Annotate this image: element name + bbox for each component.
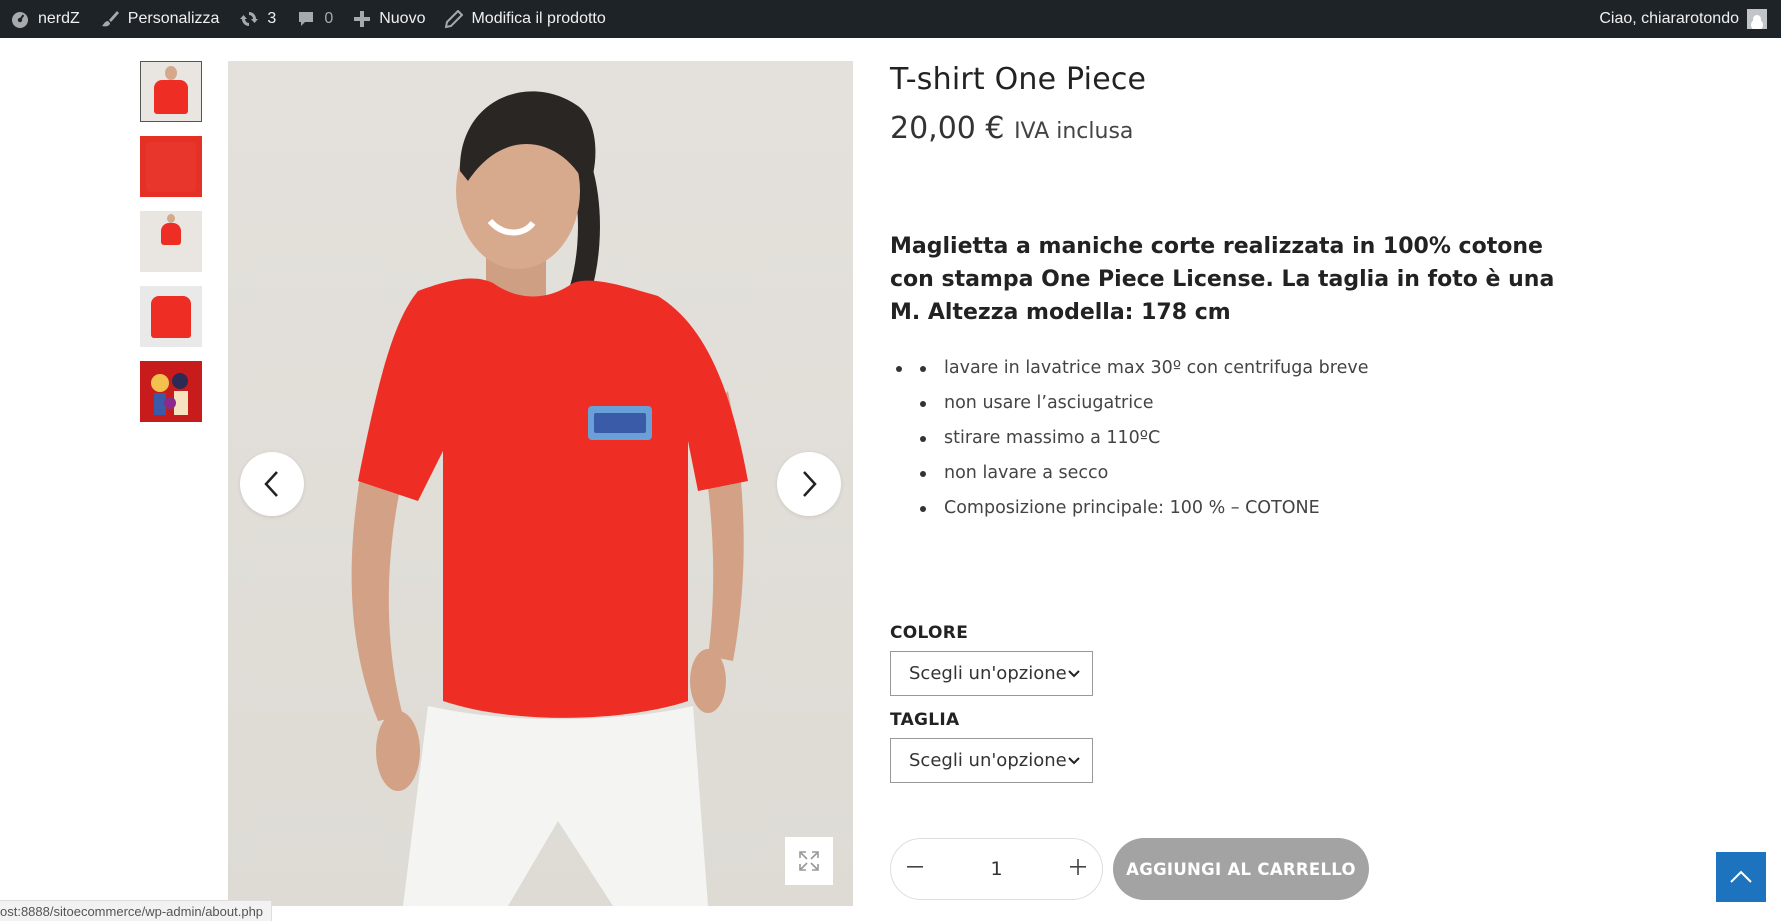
bullet-icon xyxy=(920,505,926,512)
pencil-icon xyxy=(445,10,464,28)
list-item: Composizione principale: 100 % – COTONE xyxy=(890,491,1590,526)
color-label: COLORE xyxy=(890,623,969,643)
zoom-button[interactable] xyxy=(785,837,833,885)
product-summary: T-shirt One Piece 20,00 € IVA inclusa Ma… xyxy=(890,62,1590,783)
comment-icon xyxy=(299,12,314,26)
care-text: non lavare a secco xyxy=(944,463,1109,483)
care-text: non usare l’asciugatrice xyxy=(944,393,1154,413)
bullet-icon xyxy=(920,365,926,372)
brush-icon xyxy=(101,11,119,27)
avatar xyxy=(1747,9,1767,29)
list-item: stirare massimo a 110ºC xyxy=(890,421,1590,456)
minus-icon xyxy=(907,866,923,868)
increase-quantity-button[interactable] xyxy=(1068,857,1088,881)
care-text: Composizione principale: 100 % – COTONE xyxy=(944,498,1320,518)
add-to-cart-button[interactable]: AGGIUNGI AL CARRELLO xyxy=(1113,838,1369,900)
size-label: TAGLIA xyxy=(890,710,960,730)
size-select-value: Scegli un'opzione xyxy=(909,750,1067,771)
greeting: Ciao, chiararotondo xyxy=(1599,10,1739,27)
thumbnail-artwork[interactable] xyxy=(140,361,202,422)
color-select[interactable]: Scegli un'opzione xyxy=(890,651,1093,696)
comments-link[interactable]: 0 xyxy=(286,0,343,38)
care-list: lavare in lavatrice max 30º con centrifu… xyxy=(890,351,1590,526)
color-variation: COLORE Scegli un'opzione xyxy=(890,623,1590,696)
thumb-shirt xyxy=(154,80,188,114)
plus-icon xyxy=(354,11,371,27)
thumb-shirt xyxy=(146,142,196,192)
care-text: stirare massimo a 110ºC xyxy=(944,428,1161,448)
new-label: Nuovo xyxy=(379,10,426,27)
comments-count: 0 xyxy=(324,10,334,27)
product-image[interactable] xyxy=(228,61,853,906)
bullet-icon xyxy=(920,470,926,477)
product-description: Maglietta a maniche corte realizzata in … xyxy=(890,234,1555,325)
list-item: lavare in lavatrice max 30º con centrifu… xyxy=(890,351,1590,386)
customize-link[interactable]: Personalizza xyxy=(90,0,230,38)
bullet-icon xyxy=(896,365,902,372)
thumbnail-detail[interactable] xyxy=(140,136,202,197)
tax-note: IVA inclusa xyxy=(1014,119,1134,144)
quantity-input[interactable]: 1 xyxy=(990,858,1002,880)
edit-product-label: Modifica il prodotto xyxy=(471,10,606,27)
customize-label: Personalizza xyxy=(127,10,220,27)
thumbnail-front[interactable] xyxy=(140,61,202,122)
plus-icon xyxy=(1070,859,1086,875)
thumb-model xyxy=(165,66,177,80)
browser-status-url: ost:8888/sitoecommerce/wp-admin/about.ph… xyxy=(0,900,273,921)
account-menu[interactable]: Ciao, chiararotondo xyxy=(1599,9,1781,29)
size-variation: TAGLIA Scegli un'opzione xyxy=(890,710,1590,783)
color-select-value: Scegli un'opzione xyxy=(909,663,1067,684)
site-name: nerdZ xyxy=(38,10,80,27)
chevron-down-icon xyxy=(1068,756,1080,764)
updates-count: 3 xyxy=(267,10,277,27)
site-menu[interactable]: nerdZ xyxy=(0,0,90,38)
dashboard-icon xyxy=(12,12,28,28)
updates-icon xyxy=(240,12,259,26)
updates-link[interactable]: 3 xyxy=(229,0,286,38)
thumbnail-flat-shirt[interactable] xyxy=(140,286,202,347)
thumb-shirt xyxy=(151,296,191,338)
decrease-quantity-button[interactable] xyxy=(905,857,925,881)
chevron-up-icon xyxy=(1730,870,1752,883)
admin-bar: nerdZ Personalizza 3 0 Nuovo Modifica il… xyxy=(0,0,1781,38)
next-image-button[interactable] xyxy=(777,452,841,516)
thumb-shirt xyxy=(161,223,181,245)
model-photo xyxy=(351,91,748,906)
list-item: non usare l’asciugatrice xyxy=(890,386,1590,421)
artwork-image xyxy=(140,361,202,422)
quantity-stepper: 1 xyxy=(890,838,1103,900)
expand-icon xyxy=(799,851,819,871)
list-item: non lavare a secco xyxy=(890,456,1590,491)
size-select[interactable]: Scegli un'opzione xyxy=(890,738,1093,783)
price-amount: 20,00 € xyxy=(890,111,1005,146)
chevron-down-icon xyxy=(1068,669,1080,677)
chevron-right-icon xyxy=(803,471,817,497)
scroll-to-top-button[interactable] xyxy=(1716,852,1766,902)
thumb-model xyxy=(167,214,175,223)
thumbnail-strip xyxy=(140,61,202,436)
bullet-icon xyxy=(920,400,926,407)
edit-product-link[interactable]: Modifica il prodotto xyxy=(435,0,615,38)
product-title: T-shirt One Piece xyxy=(890,62,1147,97)
previous-image-button[interactable] xyxy=(240,452,304,516)
care-text: lavare in lavatrice max 30º con centrifu… xyxy=(944,358,1369,378)
thumbnail-full-body[interactable] xyxy=(140,211,202,272)
bullet-icon xyxy=(920,435,926,442)
new-content-link[interactable]: Nuovo xyxy=(343,0,435,38)
chevron-left-icon xyxy=(264,471,278,497)
product-price: 20,00 € IVA inclusa xyxy=(890,111,1590,146)
